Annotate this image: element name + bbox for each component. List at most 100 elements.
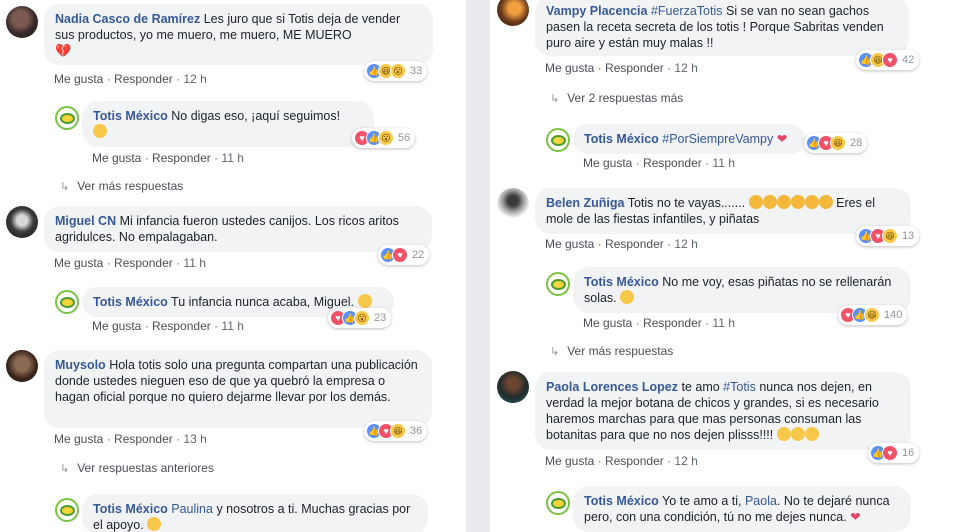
love-reaction-icon: ♥: [882, 52, 898, 68]
reply-author[interactable]: Totis México: [93, 109, 168, 123]
like-link[interactable]: Me gusta: [545, 237, 594, 251]
comment-author[interactable]: Miguel CN: [55, 214, 116, 228]
grin-emoji-icon: [776, 427, 791, 441]
comment-time[interactable]: 12 h: [674, 454, 697, 468]
kiss-emoji-icon: [147, 517, 162, 531]
reply-link[interactable]: Responder: [643, 156, 702, 170]
haha-reaction-icon: 😆: [882, 228, 898, 244]
view-more-replies-link[interactable]: ↳ Ver 2 respuestas más: [550, 91, 683, 105]
broken-heart-emoji: 💔: [55, 43, 72, 58]
comment-time[interactable]: 12 h: [183, 72, 206, 86]
reply-author[interactable]: Totis México: [93, 295, 168, 309]
wow-reaction-icon: 😮: [390, 63, 406, 79]
reply-author[interactable]: Totis México: [93, 502, 168, 516]
reply-link[interactable]: Responder: [152, 319, 211, 333]
like-link[interactable]: Me gusta: [583, 316, 632, 330]
totis-avatar[interactable]: [55, 106, 79, 130]
hashtag-link[interactable]: #PorSiempreVampy: [662, 132, 773, 146]
like-link[interactable]: Me gusta: [92, 151, 141, 165]
avatar[interactable]: [497, 188, 529, 220]
totis-avatar[interactable]: [546, 128, 570, 152]
reaction-count: 56: [398, 132, 411, 144]
comment-time[interactable]: 13 h: [183, 432, 206, 446]
totis-avatar[interactable]: [546, 491, 570, 515]
like-link[interactable]: Me gusta: [92, 319, 141, 333]
avatar[interactable]: [497, 371, 529, 403]
reply-time[interactable]: 11 h: [221, 151, 243, 165]
reaction-count: 33: [410, 65, 423, 77]
reply-time[interactable]: 11 h: [712, 156, 734, 170]
reply-link[interactable]: Responder: [152, 151, 211, 165]
totis-avatar[interactable]: [55, 498, 79, 522]
reactions-summary[interactable]: 👍 😆 😮 33: [364, 61, 428, 81]
wow-reaction-icon: 😮: [378, 130, 394, 146]
smile-emoji-icon: [93, 124, 107, 138]
reactions-summary[interactable]: ♥ 👍 😮 56: [352, 128, 416, 148]
reactions-summary[interactable]: 👍 😆 ♥ 42: [856, 50, 920, 70]
love-reaction-icon: ♥: [392, 247, 408, 263]
reaction-count: 42: [902, 54, 915, 66]
avatar[interactable]: [6, 350, 38, 382]
avatar[interactable]: [497, 0, 529, 26]
reply-author[interactable]: Totis México: [584, 494, 659, 508]
comment-actions: Me gusta · Responder · 13 h: [54, 432, 207, 446]
comment-author[interactable]: Vampy Placencia: [546, 4, 647, 18]
reactions-summary[interactable]: 👍 ♥ 😆 36: [364, 421, 428, 441]
comment-author[interactable]: Muysolo: [55, 358, 106, 372]
avatar[interactable]: [6, 206, 38, 238]
mention-link[interactable]: Paulina: [171, 502, 213, 516]
reply-bubble: Totis México No digas eso, ¡aquí seguimo…: [82, 101, 374, 147]
mention-link[interactable]: Paola: [745, 494, 777, 508]
haha-reaction-icon: 😆: [830, 135, 846, 151]
reply-link[interactable]: Responder: [114, 256, 173, 270]
reactions-summary[interactable]: 👍 ♥ 16: [868, 443, 920, 463]
like-link[interactable]: Me gusta: [545, 61, 594, 75]
reply-link[interactable]: Responder: [114, 72, 173, 86]
left-comments-panel: Nadia Casco de Ramírez Les juro que si T…: [0, 0, 466, 532]
comment-bubble: Belen Zuñiga Totis no te vayas....... Er…: [535, 188, 911, 234]
reply-time[interactable]: 11 h: [712, 316, 734, 330]
comment-author[interactable]: Nadia Casco de Ramírez: [55, 12, 200, 26]
hashtag-link[interactable]: #FuerzaTotis: [651, 4, 723, 18]
reply-author[interactable]: Totis México: [584, 132, 659, 146]
reply-link[interactable]: Responder: [114, 432, 173, 446]
reply-author[interactable]: Totis México: [584, 275, 659, 289]
comment-author[interactable]: Paola Lorences Lopez: [546, 380, 678, 394]
comment-bubble: Miguel CN Mi infancia fueron ustedes can…: [44, 206, 432, 252]
hashtag-link[interactable]: #Totis: [723, 380, 756, 394]
comment-time[interactable]: 11 h: [183, 256, 205, 270]
reactions-summary[interactable]: 👍 ♥ 22: [378, 245, 430, 265]
comment-time[interactable]: 12 h: [674, 61, 697, 75]
view-previous-replies-link[interactable]: ↳ Ver respuestas anteriores: [60, 461, 214, 475]
view-more-replies-link[interactable]: ↳ Ver más respuestas: [60, 179, 183, 193]
comment-author[interactable]: Belen Zuñiga: [546, 196, 624, 210]
right-comments-panel: Vampy Placencia #FuerzaTotis Si se van n…: [490, 0, 956, 532]
like-link[interactable]: Me gusta: [54, 432, 103, 446]
comment-time[interactable]: 12 h: [674, 237, 697, 251]
like-link[interactable]: Me gusta: [545, 454, 594, 468]
reply-link[interactable]: Responder: [643, 316, 702, 330]
reaction-count: 28: [850, 137, 863, 149]
reactions-summary[interactable]: ♥ 👍 😮 23: [328, 308, 392, 328]
reactions-summary[interactable]: 👍 ♥ 😆 28: [804, 133, 868, 153]
totis-avatar[interactable]: [546, 272, 570, 296]
haha-reaction-icon: 😆: [864, 307, 880, 323]
view-more-replies-link[interactable]: ↳ Ver más respuestas: [550, 344, 673, 358]
like-link[interactable]: Me gusta: [54, 256, 103, 270]
avatar[interactable]: [6, 6, 38, 38]
like-link[interactable]: Me gusta: [54, 72, 103, 86]
reply-bubble: Totis México Paulina y nosotros a ti. Mu…: [82, 494, 428, 532]
reply-link[interactable]: Responder: [605, 454, 664, 468]
grin-emoji-icon: [804, 427, 819, 441]
comment-actions: Me gusta · Responder · 12 h: [545, 61, 698, 75]
reply-link[interactable]: Responder: [605, 237, 664, 251]
reply-link[interactable]: Responder: [605, 61, 664, 75]
tired-emoji-icon: [748, 195, 763, 209]
reply-bubble: Totis México Yo te amo a ti, Paola. No t…: [573, 486, 911, 532]
reply-time[interactable]: 11 h: [221, 319, 243, 333]
totis-avatar[interactable]: [55, 290, 79, 314]
reactions-summary[interactable]: ♥ 👍 😆 140: [838, 305, 908, 325]
like-link[interactable]: Me gusta: [583, 156, 632, 170]
tired-emoji-icon: [790, 195, 805, 209]
reactions-summary[interactable]: 👍 ♥ 😆 13: [856, 226, 920, 246]
